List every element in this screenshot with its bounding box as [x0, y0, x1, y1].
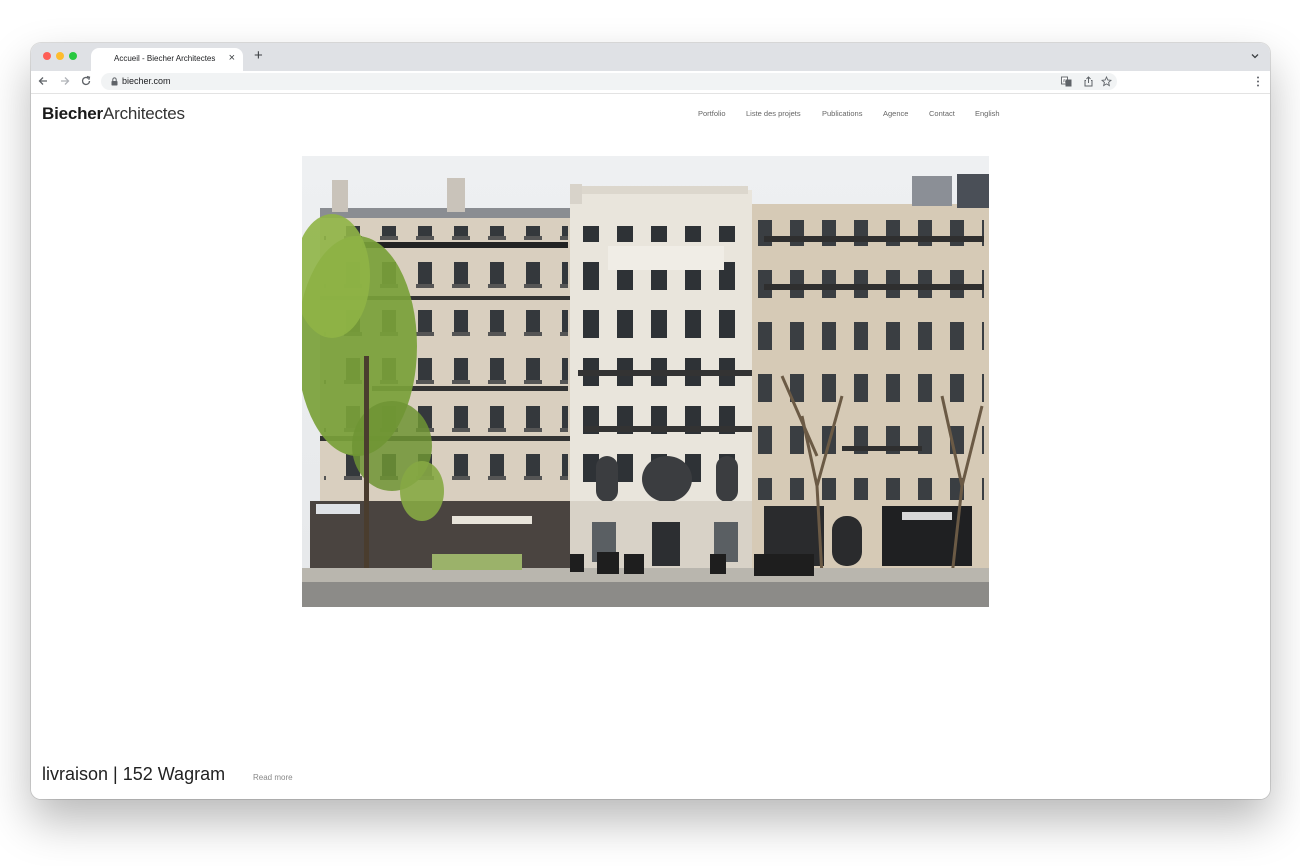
- reload-icon[interactable]: [80, 75, 92, 87]
- address-bar[interactable]: biecher.com A: [101, 73, 1117, 90]
- site-logo[interactable]: BiecherArchitectes: [42, 104, 185, 124]
- web-page: BiecherArchitectes Portfolio Liste des p…: [31, 94, 1270, 799]
- new-tab-button[interactable]: +: [254, 48, 263, 63]
- translate-icon[interactable]: A: [1061, 76, 1072, 87]
- logo-bold-text: Biecher: [42, 104, 103, 123]
- nav-link-publications[interactable]: Publications: [822, 109, 862, 118]
- minimize-window-button[interactable]: [56, 52, 64, 60]
- browser-window: Accueil - Biecher Architectes × + bieche…: [31, 43, 1270, 799]
- read-more-link[interactable]: Read more: [253, 773, 293, 782]
- kebab-menu-icon[interactable]: [1256, 75, 1260, 88]
- nav-link-contact[interactable]: Contact: [929, 109, 955, 118]
- hero-image[interactable]: [302, 156, 989, 607]
- nav-link-portfolio[interactable]: Portfolio: [698, 109, 726, 118]
- tab-close-icon[interactable]: ×: [229, 52, 235, 64]
- star-icon[interactable]: [1101, 76, 1112, 87]
- arrow-left-icon[interactable]: [37, 75, 49, 87]
- tab-strip: Accueil - Biecher Architectes × +: [31, 43, 1270, 71]
- arrow-right-icon[interactable]: [59, 75, 71, 87]
- share-icon[interactable]: [1083, 76, 1094, 87]
- browser-toolbar: biecher.com A: [31, 71, 1270, 94]
- browser-tab[interactable]: Accueil - Biecher Architectes ×: [91, 48, 243, 71]
- nav-link-agence[interactable]: Agence: [883, 109, 908, 118]
- tab-title: Accueil - Biecher Architectes: [114, 54, 216, 63]
- logo-light-text: Architectes: [102, 104, 185, 123]
- url-text: biecher.com: [122, 76, 171, 86]
- lock-icon[interactable]: [111, 77, 118, 86]
- hero-caption[interactable]: livraison | 152 Wagram: [42, 764, 225, 785]
- tab-search-chevron-icon[interactable]: [1250, 51, 1260, 61]
- nav-link-liste-des-projets[interactable]: Liste des projets: [746, 109, 801, 118]
- nav-link-english[interactable]: English: [975, 109, 1000, 118]
- zoom-window-button[interactable]: [69, 52, 77, 60]
- close-window-button[interactable]: [43, 52, 51, 60]
